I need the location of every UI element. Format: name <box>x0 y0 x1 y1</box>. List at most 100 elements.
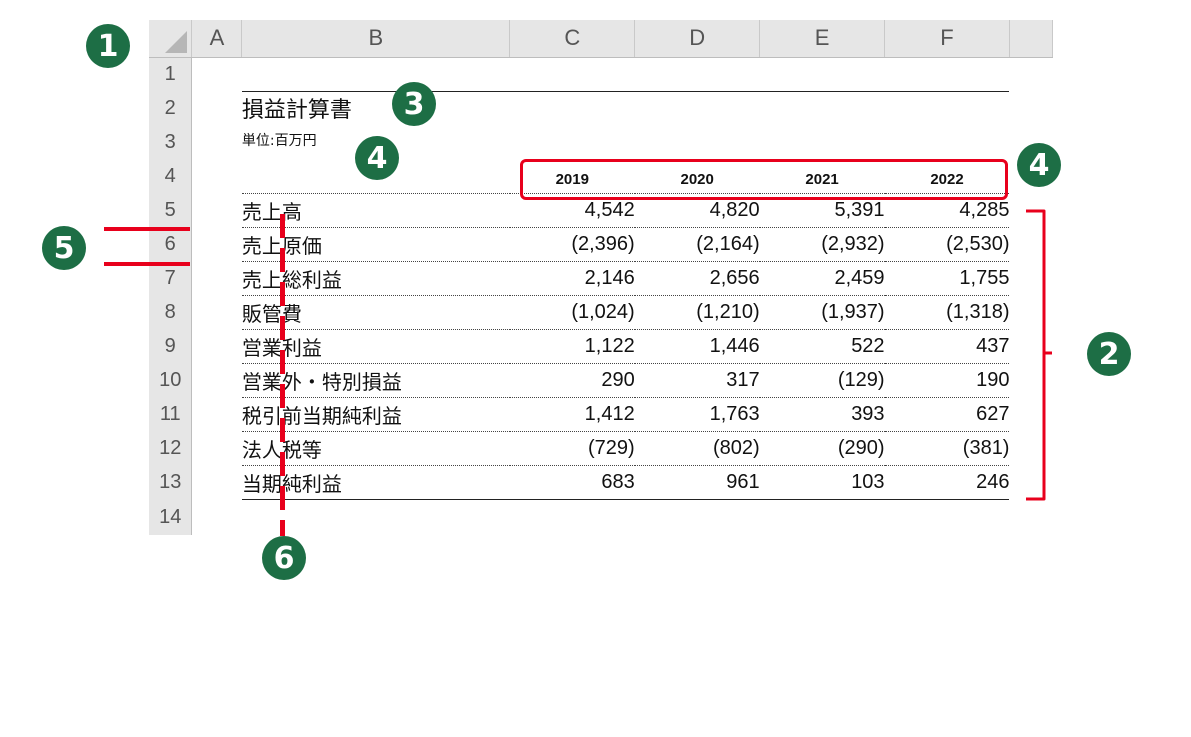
cell[interactable] <box>635 500 760 535</box>
cell[interactable] <box>1009 57 1052 91</box>
line-item-value[interactable]: (2,932) <box>759 227 885 262</box>
column-header-c[interactable]: C <box>509 20 636 58</box>
cell[interactable] <box>192 296 242 330</box>
row-header-11[interactable]: 11 <box>149 397 193 432</box>
line-item-value[interactable]: 627 <box>884 397 1010 432</box>
indent-guide-dashed-line <box>280 214 285 536</box>
cell[interactable] <box>510 126 635 160</box>
annotation-badge-6: 6 <box>262 536 306 580</box>
cell[interactable] <box>192 364 242 398</box>
column-header-e[interactable]: E <box>759 20 886 58</box>
column-header-d[interactable]: D <box>634 20 761 58</box>
row-header-10[interactable]: 10 <box>149 363 193 398</box>
column-header-f[interactable]: F <box>884 20 1010 58</box>
row-header-6[interactable]: 6 <box>149 227 193 262</box>
cell[interactable] <box>241 57 510 92</box>
year-header-highlight-box <box>520 159 1008 200</box>
annotation-badge-4-unit: 4 <box>355 136 399 180</box>
line-item-value[interactable]: (1,937) <box>759 295 885 330</box>
line-item-value[interactable]: (290) <box>759 431 885 466</box>
cell[interactable] <box>760 91 885 126</box>
row-header-5[interactable]: 5 <box>149 193 193 228</box>
cell[interactable] <box>192 466 242 500</box>
cell[interactable] <box>192 194 242 228</box>
line-item-value[interactable]: (2,396) <box>509 227 635 262</box>
cell[interactable] <box>635 126 760 160</box>
row-header-1[interactable]: 1 <box>149 57 193 91</box>
cell[interactable] <box>885 500 1010 535</box>
cell[interactable] <box>192 398 242 432</box>
cell[interactable] <box>192 262 242 296</box>
line-item-value[interactable]: 190 <box>884 363 1010 398</box>
cell[interactable] <box>759 57 885 92</box>
line-item-value[interactable]: 1,412 <box>509 397 635 432</box>
row-header-8[interactable]: 8 <box>149 295 193 330</box>
cell[interactable] <box>634 57 760 92</box>
line-item-value[interactable]: (2,164) <box>634 227 760 262</box>
line-item-value[interactable]: 317 <box>634 363 760 398</box>
line-item-value[interactable]: 2,459 <box>759 261 885 296</box>
select-all-icon <box>165 30 188 53</box>
cell[interactable] <box>884 57 1010 92</box>
line-item-value[interactable]: (2,530) <box>884 227 1010 262</box>
cell[interactable] <box>192 126 242 160</box>
line-item-value[interactable]: (1,210) <box>634 295 760 330</box>
cell[interactable] <box>510 91 635 126</box>
statement-title[interactable]: 損益計算書 <box>242 91 510 126</box>
column-header-g[interactable] <box>1009 20 1053 58</box>
row-header-3[interactable]: 3 <box>149 125 193 160</box>
line-item-value[interactable]: (802) <box>634 431 760 466</box>
line-item-value[interactable]: (1,024) <box>509 295 635 330</box>
line-item-value[interactable]: 2,146 <box>509 261 635 296</box>
row-header-9[interactable]: 9 <box>149 329 193 364</box>
cell[interactable] <box>192 57 242 91</box>
cell[interactable] <box>192 330 242 364</box>
line-item-value[interactable]: 522 <box>759 329 885 364</box>
column-header-b[interactable]: B <box>241 20 511 58</box>
row-header-4[interactable]: 4 <box>149 159 193 194</box>
line-item-value[interactable]: 103 <box>759 465 885 500</box>
line-item-value[interactable]: 1,446 <box>634 329 760 364</box>
line-item-value[interactable]: 437 <box>884 329 1010 364</box>
cell[interactable] <box>509 57 635 92</box>
cell[interactable] <box>192 91 242 126</box>
line-item-value[interactable]: (729) <box>509 431 635 466</box>
row-header-7[interactable]: 7 <box>149 261 193 296</box>
row-height-marker-bottom <box>104 262 190 266</box>
cell[interactable] <box>192 500 242 535</box>
row-header-13[interactable]: 13 <box>149 465 193 500</box>
cell[interactable] <box>192 432 242 466</box>
annotation-badge-4-years: 4 <box>1017 143 1061 187</box>
cell[interactable] <box>192 160 242 194</box>
row-header-14[interactable]: 14 <box>149 499 193 535</box>
line-item-value[interactable]: 1,122 <box>509 329 635 364</box>
cell[interactable] <box>510 500 635 535</box>
select-all-corner[interactable] <box>149 20 193 58</box>
cell[interactable] <box>885 126 1010 160</box>
row-header-2[interactable]: 2 <box>149 91 193 126</box>
cell[interactable] <box>885 91 1010 126</box>
data-range-bracket <box>1026 209 1052 501</box>
sheet-row-1: 1 <box>149 57 1053 92</box>
line-item-value[interactable]: 393 <box>759 397 885 432</box>
cell[interactable] <box>635 91 760 126</box>
cell[interactable] <box>760 126 885 160</box>
annotation-badge-1: 1 <box>86 24 130 68</box>
line-item-value[interactable]: (1,318) <box>884 295 1010 330</box>
line-item-value[interactable]: 1,763 <box>634 397 760 432</box>
annotation-badge-3: 3 <box>392 82 436 126</box>
line-item-value[interactable]: 290 <box>509 363 635 398</box>
column-header-a[interactable]: A <box>191 20 243 58</box>
line-item-value[interactable]: 1,755 <box>884 261 1010 296</box>
cell[interactable] <box>192 228 242 262</box>
row-header-12[interactable]: 12 <box>149 431 193 466</box>
cell[interactable] <box>760 500 885 535</box>
line-item-value[interactable]: (381) <box>884 431 1010 466</box>
line-item-value[interactable]: (129) <box>759 363 885 398</box>
line-item-value[interactable]: 246 <box>884 465 1010 500</box>
line-item-value[interactable]: 683 <box>509 465 635 500</box>
line-item-value[interactable]: 961 <box>634 465 760 500</box>
cell[interactable] <box>1009 500 1052 535</box>
line-item-value[interactable]: 2,656 <box>634 261 760 296</box>
cell[interactable] <box>1009 91 1052 126</box>
